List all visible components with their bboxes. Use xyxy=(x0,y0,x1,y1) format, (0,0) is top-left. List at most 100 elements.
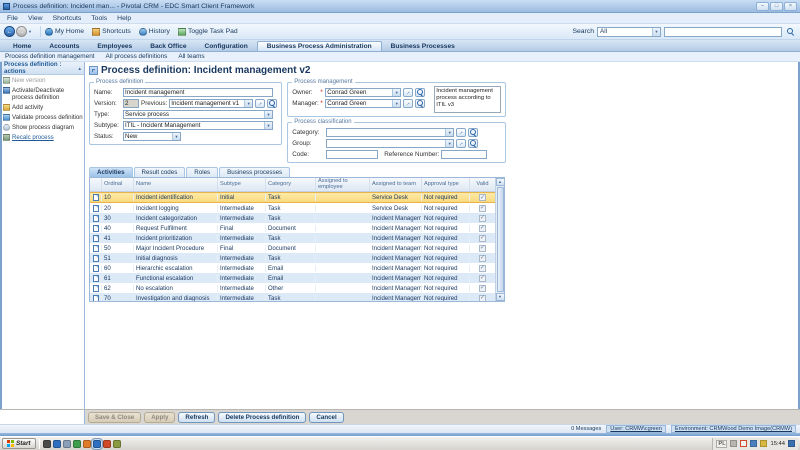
column-header-assigned-to-team[interactable]: Assigned to team xyxy=(370,178,422,191)
name-field[interactable]: Incident management xyxy=(123,88,273,97)
update-tray-icon[interactable] xyxy=(750,440,757,447)
category-open-button[interactable]: → xyxy=(456,128,466,137)
sidebar-action-item[interactable]: Show process diagram xyxy=(3,124,83,131)
manager-lookup-button[interactable] xyxy=(415,99,425,108)
table-row[interactable]: 51 Initial diagnosis Intermediate Task I… xyxy=(90,253,495,263)
table-row[interactable]: 50 Major Incident Procedure Final Docume… xyxy=(90,243,495,253)
toolbar-button[interactable]: My Home xyxy=(45,28,84,36)
column-header-category[interactable]: Category xyxy=(266,178,316,191)
sidebar-header[interactable]: Process definition : actions ▲ xyxy=(2,62,84,75)
footer-button[interactable]: Delete Process definition xyxy=(218,412,306,423)
table-row[interactable]: 41 Incident prioritization Intermediate … xyxy=(90,233,495,243)
grid-tab[interactable]: Activities xyxy=(89,167,133,177)
column-header-valid[interactable]: Valid xyxy=(470,178,495,191)
sidebar-action-item[interactable]: Validate process definition xyxy=(3,114,83,121)
restore-icon[interactable]: □ xyxy=(770,2,783,11)
manager-select[interactable]: Conrad Green ▼ xyxy=(325,99,401,108)
previous-lookup-button[interactable] xyxy=(267,99,277,108)
sidebar-action-item[interactable]: Add activity xyxy=(3,104,83,111)
quicklaunch-icon-1[interactable] xyxy=(43,440,51,448)
column-header-name[interactable]: Name xyxy=(134,178,218,191)
minimize-icon[interactable]: – xyxy=(756,2,769,11)
forward-button[interactable]: → xyxy=(16,26,27,37)
footer-button[interactable]: Save & Close xyxy=(88,412,141,423)
toolbar-button[interactable]: Shortcuts xyxy=(92,28,131,36)
table-row[interactable]: 61 Functional escalation Intermediate Em… xyxy=(90,273,495,283)
toolbar-button[interactable]: History xyxy=(139,28,170,36)
owner-open-button[interactable]: → xyxy=(403,88,413,97)
group-select[interactable]: ▼ xyxy=(326,139,454,148)
quicklaunch-icon-7[interactable] xyxy=(103,440,111,448)
description-field[interactable]: Incident management process according to… xyxy=(434,86,501,113)
table-row[interactable]: 62 No escalation Intermediate Other Inci… xyxy=(90,283,495,293)
type-select[interactable]: Service process ▼ xyxy=(123,110,273,119)
table-row[interactable]: 40 Request Fulfilment Final Document Inc… xyxy=(90,223,495,233)
scrollbar-thumb[interactable] xyxy=(497,187,504,292)
menu-item[interactable]: Tools xyxy=(86,15,112,22)
menu-item[interactable]: Help xyxy=(112,15,136,22)
table-row[interactable]: 70 Investigation and diagnosis Intermedi… xyxy=(90,293,495,301)
network-tray-icon[interactable] xyxy=(788,440,795,447)
pivotal-app-icon[interactable] xyxy=(93,440,101,448)
user-link[interactable]: User: CRMW\cgreen xyxy=(606,425,666,433)
search-input[interactable] xyxy=(664,27,782,37)
collapse-arrow-icon[interactable]: ▲ xyxy=(78,66,82,71)
quicklaunch-icon-8[interactable] xyxy=(113,440,121,448)
grid-tab[interactable]: Roles xyxy=(186,167,218,177)
quicklaunch-icon-3[interactable] xyxy=(63,440,71,448)
sub-nav-tab[interactable]: All teams xyxy=(178,53,204,60)
nav-tab[interactable]: Business Process Administration xyxy=(257,41,382,51)
sidebar-action-item[interactable]: Activate/Deactivate process definition xyxy=(3,87,83,101)
owner-lookup-button[interactable] xyxy=(415,88,425,97)
nav-tab[interactable]: Accounts xyxy=(40,42,88,51)
group-lookup-button[interactable] xyxy=(468,139,478,148)
shield-tray-icon[interactable] xyxy=(760,440,767,447)
start-button[interactable]: Start xyxy=(2,438,36,449)
nav-tab[interactable]: Back Office xyxy=(141,42,195,51)
column-header-approval-type[interactable]: Approval type xyxy=(422,178,470,191)
grid-tab[interactable]: Business processes xyxy=(219,167,290,177)
scroll-down-icon[interactable]: ▼ xyxy=(496,293,505,301)
nav-tab[interactable]: Employees xyxy=(88,42,141,51)
sidebar-action-item[interactable]: New version xyxy=(3,77,83,84)
table-row[interactable]: 10 Incident identification Initial Task … xyxy=(90,192,495,203)
table-row[interactable]: 20 Incident logging Intermediate Task Se… xyxy=(90,203,495,213)
quicklaunch-icon-2[interactable] xyxy=(53,440,61,448)
quicklaunch-icon-4[interactable] xyxy=(73,440,81,448)
search-scope-select[interactable]: All ▼ xyxy=(597,27,661,37)
search-button[interactable] xyxy=(785,27,796,37)
nav-tab[interactable]: Configuration xyxy=(196,42,257,51)
nav-dropdown-icon[interactable]: ▼ xyxy=(28,29,32,34)
environment-link[interactable]: Environment: CRMWood Demo Image(CRMW) xyxy=(671,425,796,433)
sub-nav-tab[interactable]: Process definition management xyxy=(5,53,95,60)
footer-button[interactable]: Cancel xyxy=(309,412,343,423)
language-indicator[interactable]: PL xyxy=(716,440,727,448)
grid-tab[interactable]: Result codes xyxy=(134,167,186,177)
menu-item[interactable]: View xyxy=(23,15,48,22)
quicklaunch-icon-5[interactable] xyxy=(83,440,91,448)
column-header-subtype[interactable]: Subtype xyxy=(218,178,266,191)
category-select[interactable]: ▼ xyxy=(326,128,454,137)
sidebar-action-item[interactable]: Recalc process xyxy=(3,134,83,141)
nav-tab[interactable]: Business Processes xyxy=(382,42,464,51)
owner-select[interactable]: Conrad Green ▼ xyxy=(325,88,401,97)
manager-open-button[interactable]: → xyxy=(403,99,413,108)
menu-item[interactable]: File xyxy=(2,15,23,22)
nav-tab[interactable]: Home xyxy=(4,42,40,51)
footer-button[interactable]: Apply xyxy=(144,412,175,423)
grid-scrollbar[interactable]: ▲ ▼ xyxy=(495,178,504,301)
footer-button[interactable]: Refresh xyxy=(178,412,215,423)
back-button[interactable]: ← xyxy=(4,26,15,37)
category-lookup-button[interactable] xyxy=(468,128,478,137)
previous-open-button[interactable]: → xyxy=(255,99,265,108)
subtype-select[interactable]: ITIL - Incident Management ▼ xyxy=(123,121,273,130)
antivirus-tray-icon[interactable] xyxy=(740,440,747,447)
column-header-ordinal[interactable]: Ordinal xyxy=(102,178,134,191)
column-header-assigned-to-employee[interactable]: Assigned to employee xyxy=(316,178,370,191)
table-row[interactable]: 60 Hierarchic escalation Intermediate Em… xyxy=(90,263,495,273)
sub-nav-tab[interactable]: All process definitions xyxy=(106,53,168,60)
close-icon[interactable]: × xyxy=(784,2,797,11)
menu-item[interactable]: Shortcuts xyxy=(48,15,87,22)
scroll-up-icon[interactable]: ▲ xyxy=(496,178,505,186)
code-field[interactable] xyxy=(326,150,378,159)
